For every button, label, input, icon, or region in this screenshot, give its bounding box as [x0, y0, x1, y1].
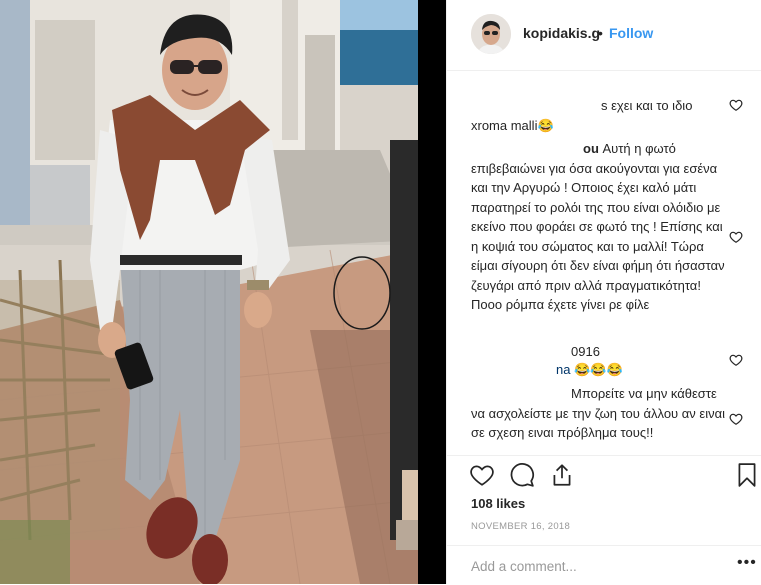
comment-text: Αυτή η φωτό επιβεβαιώνει για όσα ακούγον…	[471, 141, 725, 312]
comment-item: Μπορείτε να μην κάθεστε να ασχολείστε με…	[471, 384, 733, 443]
comment-username[interactable]: ou	[583, 141, 599, 156]
share-icon[interactable]	[549, 462, 575, 488]
bookmark-icon[interactable]	[734, 462, 760, 488]
comment-text: s εχει και το ιδιο xroma malli😂	[471, 98, 693, 133]
comment-text: 0916	[571, 344, 600, 359]
follow-button[interactable]: Follow	[609, 25, 653, 41]
heart-icon[interactable]	[729, 412, 743, 426]
more-options-button[interactable]: •••	[737, 554, 757, 572]
post-actions: 108 likes NOVEMBER 16, 2018	[447, 455, 761, 556]
comment-mention[interactable]: na	[556, 362, 570, 377]
separator-dot: •	[598, 25, 603, 41]
post-date: NOVEMBER 16, 2018	[471, 521, 571, 532]
add-comment-bar: Add a comment... •••	[447, 545, 761, 585]
heart-icon[interactable]	[729, 230, 743, 244]
comment-item: na 😂😂😂	[471, 360, 733, 380]
comment-text: 😂😂😂	[570, 362, 623, 377]
comment-item: ou Αυτή η φωτό επιβεβαιώνει για όσα ακού…	[471, 139, 733, 315]
post-header: kopidakis.g • Follow	[447, 0, 761, 71]
post-sidebar: kopidakis.g • Follow s εχει και το ιδιο …	[446, 0, 761, 584]
avatar[interactable]	[471, 14, 511, 54]
likes-count[interactable]: 108 likes	[471, 496, 525, 511]
comment-item: 0916	[471, 342, 733, 362]
heart-icon[interactable]	[469, 462, 495, 488]
photo-letterbox	[418, 0, 446, 584]
heart-icon[interactable]	[729, 98, 743, 112]
post-photo	[0, 0, 418, 584]
add-comment-input[interactable]: Add a comment...	[471, 559, 577, 574]
comment-text: Μπορείτε να μην κάθεστε να ασχολείστε με…	[471, 386, 725, 440]
comments-list: s εχει και το ιδιο xroma malli😂 ou Αυτή …	[447, 78, 761, 454]
avatar-image	[471, 14, 511, 54]
comment-icon[interactable]	[509, 462, 535, 488]
username-link[interactable]: kopidakis.g	[523, 25, 600, 41]
comment-item: s εχει και το ιδιο xroma malli😂	[471, 96, 733, 135]
photo-illustration	[0, 0, 418, 584]
heart-icon[interactable]	[729, 353, 743, 367]
